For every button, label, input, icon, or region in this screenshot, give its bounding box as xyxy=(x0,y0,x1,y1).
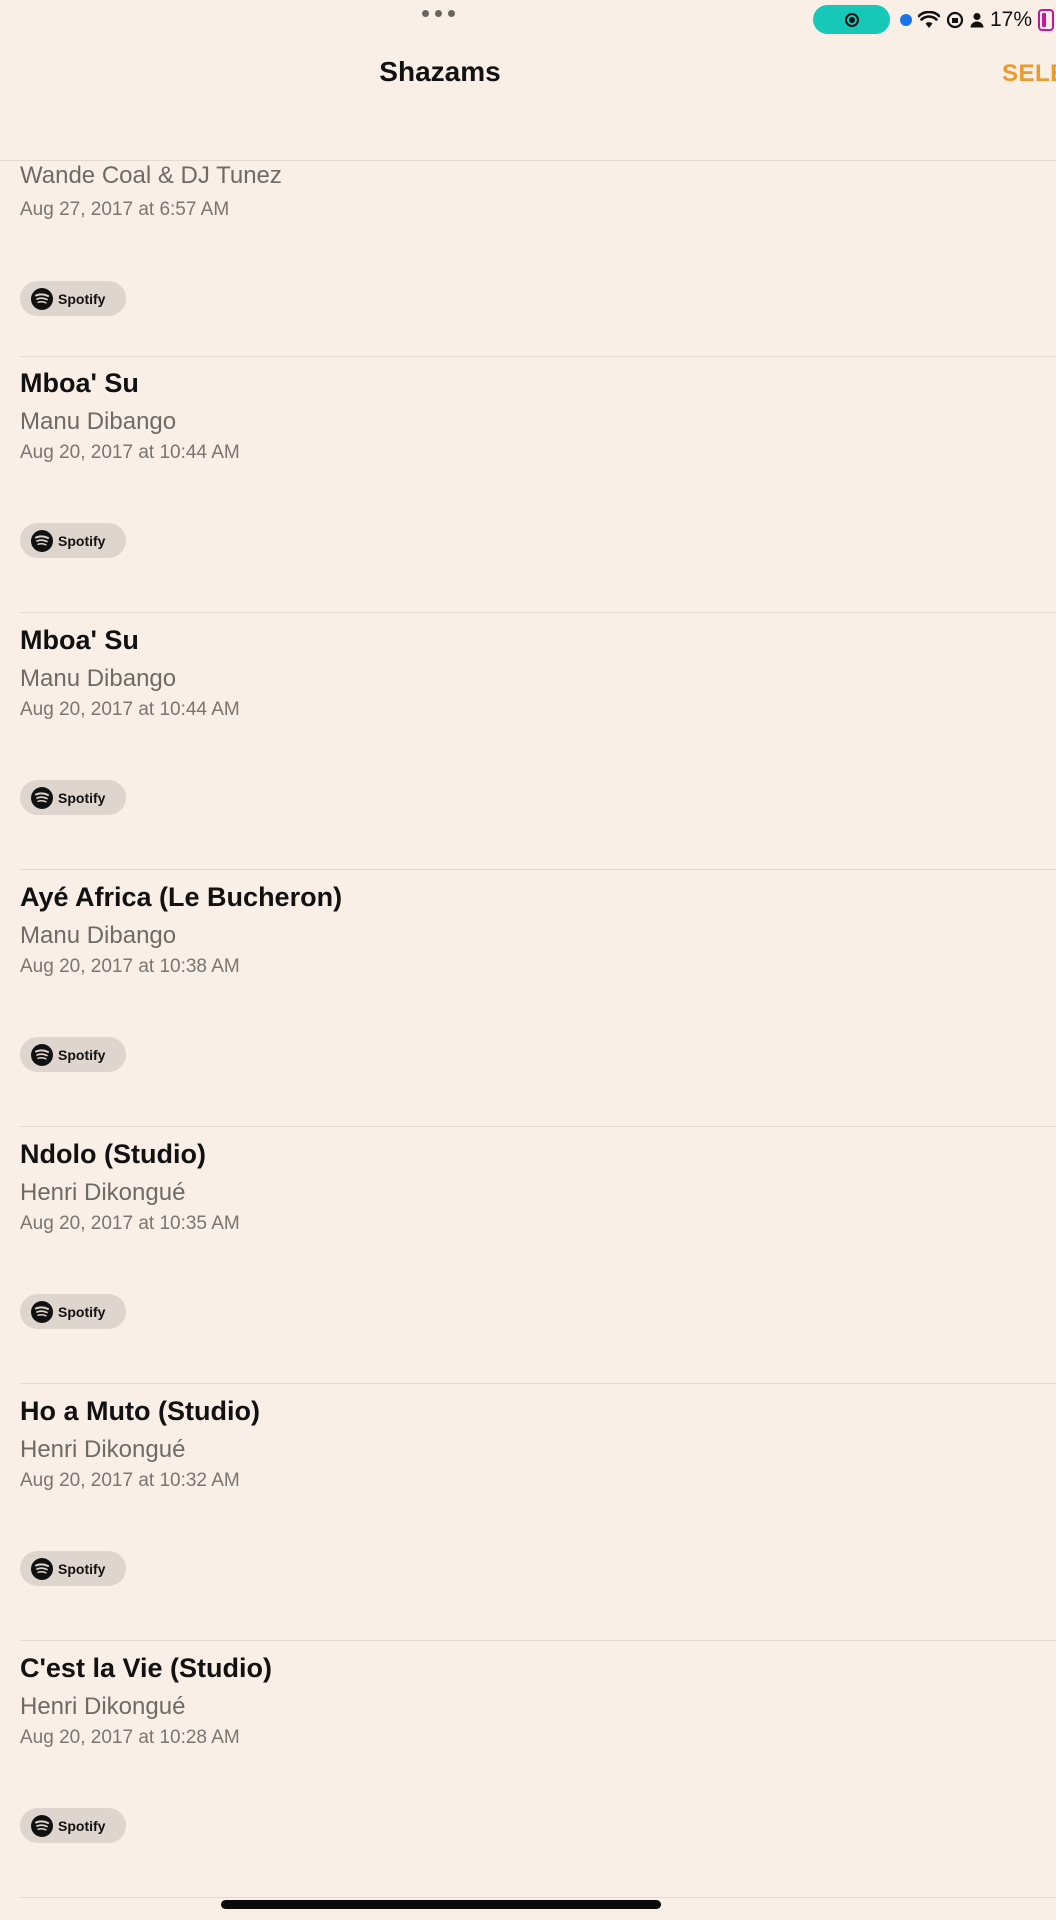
shazam-date: Aug 20, 2017 at 10:28 AM xyxy=(20,1727,240,1748)
list-item[interactable]: Ndolo (Studio) Henri Dikongué Aug 20, 20… xyxy=(20,1127,1056,1384)
song-title: Mboa' Su xyxy=(20,625,139,655)
spotify-label: Spotify xyxy=(58,1817,106,1834)
spotify-icon xyxy=(31,1557,53,1580)
spotify-icon xyxy=(31,1043,53,1066)
shazam-date: Aug 20, 2017 at 10:35 AM xyxy=(20,1213,240,1234)
multitasking-dots[interactable] xyxy=(422,10,455,17)
spotify-label: Spotify xyxy=(58,1046,106,1063)
song-title: Ho a Muto (Studio) xyxy=(20,1396,260,1426)
spotify-button[interactable]: Spotify xyxy=(20,780,126,815)
shazam-date: Aug 20, 2017 at 10:44 AM xyxy=(20,699,240,720)
shazam-date: Aug 20, 2017 at 10:44 AM xyxy=(20,442,240,463)
artist-name: Manu Dibango xyxy=(20,665,177,692)
status-bar: 17% xyxy=(0,0,1056,40)
location-dot-icon xyxy=(900,14,912,26)
list-item[interactable]: C'est la Vie (Studio) Henri Dikongué Aug… xyxy=(20,1641,1056,1898)
song-title: Ayé Africa (Le Bucheron) xyxy=(20,882,343,912)
spotify-button[interactable]: Spotify xyxy=(20,1037,126,1072)
spotify-label: Spotify xyxy=(58,290,106,307)
song-title: Ndolo (Studio) xyxy=(20,1139,206,1169)
spotify-icon xyxy=(31,287,53,310)
spotify-icon xyxy=(31,786,53,809)
spotify-icon xyxy=(31,1814,53,1837)
row-divider xyxy=(20,1897,1056,1898)
artist-name: Manu Dibango xyxy=(20,408,177,435)
list-item[interactable]: Wande Coal & DJ Tunez Aug 27, 2017 at 6:… xyxy=(20,99,1056,357)
spotify-label: Spotify xyxy=(58,532,106,549)
artist-name: Wande Coal & DJ Tunez xyxy=(20,162,282,189)
shazam-date: Aug 20, 2017 at 10:38 AM xyxy=(20,956,240,977)
artist-name: Henri Dikongué xyxy=(20,1179,186,1206)
spotify-label: Spotify xyxy=(58,1560,106,1577)
spotify-button[interactable]: Spotify xyxy=(20,1294,126,1329)
record-icon xyxy=(844,12,859,27)
spotify-button[interactable]: Spotify xyxy=(20,1551,126,1586)
list-item[interactable]: Ho a Muto (Studio) Henri Dikongué Aug 20… xyxy=(20,1384,1056,1641)
list-item[interactable]: Mboa' Su Manu Dibango Aug 20, 2017 at 10… xyxy=(20,356,1056,613)
list-item[interactable]: Ayé Africa (Le Bucheron) Manu Dibango Au… xyxy=(20,870,1056,1127)
shazam-date: Aug 20, 2017 at 10:32 AM xyxy=(20,1470,240,1491)
page-title: Shazams xyxy=(379,56,501,87)
spotify-label: Spotify xyxy=(58,1303,106,1320)
spotify-button[interactable]: Spotify xyxy=(20,1808,126,1843)
spotify-label: Spotify xyxy=(58,789,106,806)
artist-name: Henri Dikongué xyxy=(20,1693,186,1720)
artist-name: Manu Dibango xyxy=(20,922,177,949)
select-button[interactable]: SELE xyxy=(1002,60,1056,88)
wifi-icon xyxy=(918,11,940,28)
artist-name: Henri Dikongué xyxy=(20,1436,186,1463)
spotify-icon xyxy=(31,529,53,552)
spotify-icon xyxy=(31,1300,53,1323)
song-title: Mboa' Su xyxy=(20,368,139,398)
spotify-button[interactable]: Spotify xyxy=(20,281,126,316)
home-indicator[interactable] xyxy=(221,1900,661,1909)
rotation-lock-icon xyxy=(946,11,964,29)
person-icon xyxy=(970,13,984,28)
screen-recording-indicator[interactable] xyxy=(813,5,890,34)
spotify-button[interactable]: Spotify xyxy=(20,523,126,558)
shazam-date: Aug 27, 2017 at 6:57 AM xyxy=(20,199,230,220)
song-title: C'est la Vie (Studio) xyxy=(20,1653,272,1683)
status-icons: 17% xyxy=(900,6,1055,34)
battery-percentage: 17% xyxy=(990,8,1033,31)
battery-icon xyxy=(1038,9,1055,31)
list-item[interactable]: Mboa' Su Manu Dibango Aug 20, 2017 at 10… xyxy=(20,613,1056,870)
